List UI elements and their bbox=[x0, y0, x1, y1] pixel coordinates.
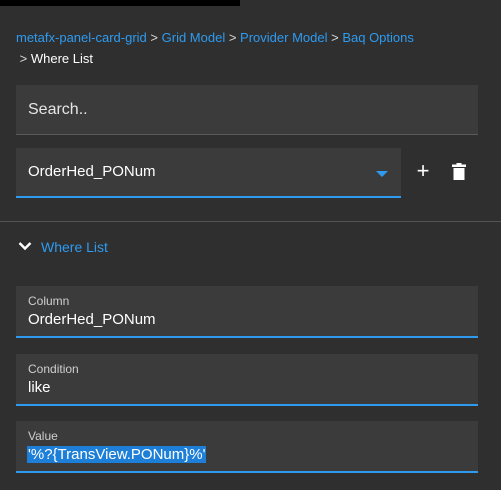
trash-icon bbox=[452, 163, 466, 180]
value-value: '%?{TransView.PONum}%' bbox=[27, 446, 207, 463]
breadcrumb-current: Where List bbox=[30, 51, 93, 66]
column-label: Column bbox=[28, 294, 70, 308]
chevron-down-icon bbox=[18, 242, 32, 251]
breadcrumb-separator: > bbox=[150, 30, 158, 45]
delete-button[interactable] bbox=[452, 163, 470, 183]
search-box bbox=[16, 85, 478, 135]
section-title: Where List bbox=[41, 239, 108, 255]
condition-label: Condition bbox=[28, 362, 79, 376]
add-button[interactable]: + bbox=[412, 160, 434, 184]
where-item-select[interactable]: OrderHed_PONum bbox=[16, 148, 401, 198]
breadcrumb-item-panel-card-grid[interactable]: metafx-panel-card-grid bbox=[16, 30, 147, 45]
column-field[interactable]: Column OrderHed_PONum bbox=[16, 286, 478, 338]
column-value: OrderHed_PONum bbox=[28, 311, 156, 328]
condition-field[interactable]: Condition like bbox=[16, 354, 478, 406]
breadcrumb-separator: > bbox=[19, 51, 28, 66]
breadcrumb-separator: > bbox=[331, 30, 339, 45]
condition-value: like bbox=[28, 379, 51, 396]
breadcrumb-item-baq-options[interactable]: Baq Options bbox=[342, 30, 414, 45]
top-strip bbox=[0, 0, 240, 6]
search-input[interactable] bbox=[16, 85, 478, 134]
breadcrumb: metafx-panel-card-grid > Grid Model > Pr… bbox=[16, 27, 486, 69]
section-divider bbox=[0, 221, 501, 222]
breadcrumb-item-grid-model[interactable]: Grid Model bbox=[162, 30, 226, 45]
value-label: Value bbox=[28, 429, 58, 443]
breadcrumb-item-provider-model[interactable]: Provider Model bbox=[240, 30, 327, 45]
caret-down-icon bbox=[376, 171, 388, 177]
breadcrumb-separator: > bbox=[228, 30, 237, 45]
select-value: OrderHed_PONum bbox=[28, 163, 156, 180]
value-field[interactable]: Value '%?{TransView.PONum}%' bbox=[16, 421, 478, 473]
